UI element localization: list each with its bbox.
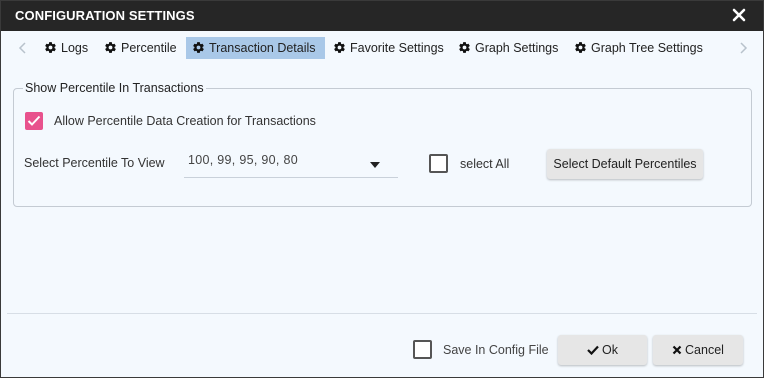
- tab-label: Graph Settings: [475, 41, 559, 55]
- select-default-percentiles-button[interactable]: Select Default Percentiles: [547, 149, 703, 179]
- dropdown-value: 100, 99, 95, 90, 80: [188, 153, 298, 167]
- ok-button[interactable]: Ok: [558, 335, 647, 365]
- percentile-dropdown[interactable]: 100, 99, 95, 90, 80: [184, 148, 398, 178]
- save-in-config-checkbox[interactable]: [413, 340, 432, 359]
- tab-graph-settings[interactable]: Graph Settings: [452, 37, 564, 59]
- chevron-left-icon[interactable]: [17, 41, 29, 55]
- select-percentile-label: Select Percentile To View: [24, 156, 165, 170]
- close-icon: [672, 336, 682, 366]
- select-all-checkbox[interactable]: [429, 154, 448, 173]
- check-icon: [587, 336, 599, 366]
- footer-divider: [7, 313, 757, 314]
- tab-transaction-details[interactable]: Transaction Details: [186, 37, 325, 59]
- gear-icon: [44, 39, 57, 61]
- dialog-titlebar: CONFIGURATION SETTINGS: [1, 1, 763, 31]
- caret-down-icon: [370, 157, 380, 171]
- tab-label: Percentile: [121, 41, 177, 55]
- tab-label: Transaction Details: [209, 41, 316, 55]
- ok-label: Ok: [602, 343, 618, 357]
- gear-icon: [104, 39, 117, 61]
- cancel-button[interactable]: Cancel: [653, 335, 743, 365]
- configuration-dialog: CONFIGURATION SETTINGS Logs Percentile T…: [0, 0, 764, 378]
- gear-icon: [574, 39, 587, 61]
- tab-bar: Logs Percentile Transaction Details Favo…: [1, 31, 763, 65]
- close-icon[interactable]: [731, 7, 747, 23]
- dialog-title: CONFIGURATION SETTINGS: [15, 8, 195, 23]
- gear-icon: [333, 39, 346, 61]
- select-all-label: select All: [460, 157, 510, 171]
- tab-percentile[interactable]: Percentile: [98, 37, 183, 59]
- save-in-config-label: Save In Config File: [443, 343, 549, 357]
- gear-icon: [192, 39, 205, 61]
- gear-icon: [458, 39, 471, 61]
- checkmark-icon: [27, 115, 41, 126]
- cancel-label: Cancel: [685, 343, 724, 357]
- allow-percentile-checkbox[interactable]: [25, 112, 43, 130]
- tab-favorite-settings[interactable]: Favorite Settings: [327, 37, 450, 59]
- tab-label: Logs: [61, 41, 89, 55]
- tab-logs[interactable]: Logs: [38, 37, 94, 59]
- allow-percentile-label: Allow Percentile Data Creation for Trans…: [54, 114, 316, 128]
- chevron-right-icon[interactable]: [737, 41, 749, 55]
- fieldset-legend: Show Percentile In Transactions: [23, 81, 206, 95]
- tab-label: Favorite Settings: [350, 41, 444, 55]
- tab-graph-tree-settings[interactable]: Graph Tree Settings: [568, 37, 709, 59]
- tab-label: Graph Tree Settings: [591, 41, 703, 55]
